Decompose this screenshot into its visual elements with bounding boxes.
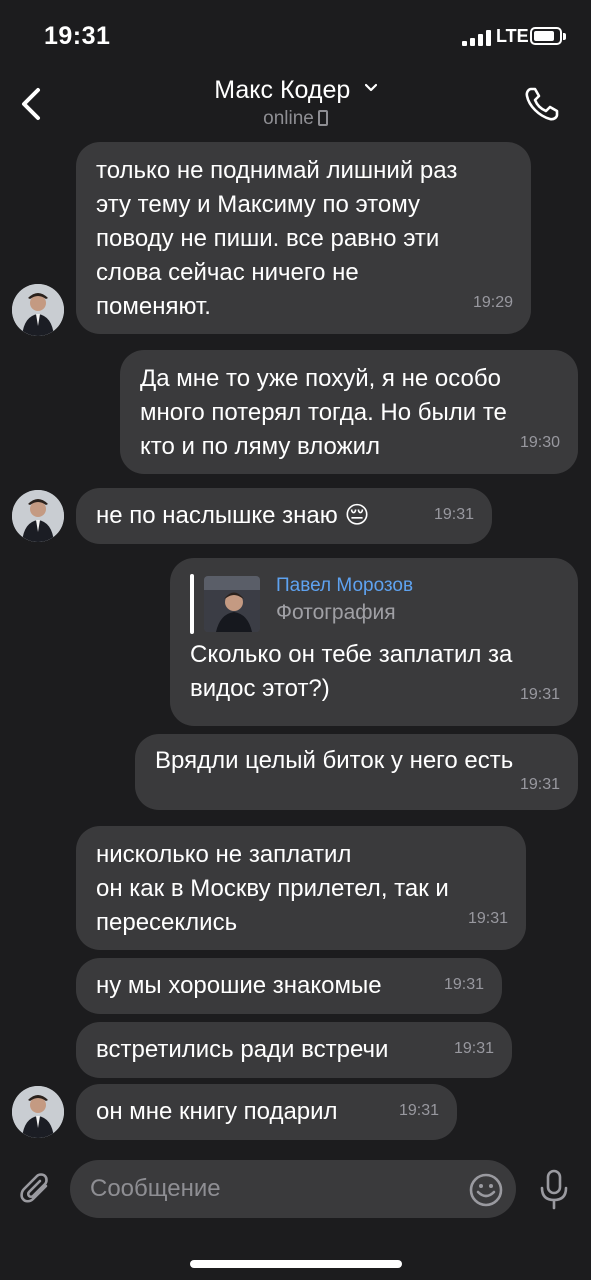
avatar[interactable] bbox=[12, 490, 64, 542]
presence-status: online bbox=[0, 108, 591, 130]
outgoing-message[interactable]: Врядли целый биток у него есть 19:31 bbox=[135, 734, 578, 810]
call-button[interactable] bbox=[522, 84, 562, 124]
battery-icon bbox=[530, 27, 566, 45]
status-time: 19:31 bbox=[44, 22, 111, 50]
avatar[interactable] bbox=[12, 284, 64, 336]
outgoing-message[interactable]: Да мне то уже похуй, я не особо много по… bbox=[120, 350, 578, 474]
message-text: Да мне то уже похуй, я не особо много по… bbox=[140, 365, 507, 460]
message-text: он мне книгу подарил bbox=[96, 1098, 338, 1125]
message-list[interactable]: только не поднимай лишний раз эту тему и… bbox=[0, 138, 591, 1150]
composer bbox=[0, 1150, 591, 1280]
incoming-message[interactable]: он мне книгу подарил 19:31 bbox=[76, 1084, 457, 1140]
phone-icon bbox=[525, 87, 559, 121]
mobile-device-icon bbox=[317, 110, 328, 126]
message-text: не по наслышке знаю 😔 bbox=[96, 502, 370, 529]
incoming-message[interactable]: только не поднимай лишний раз эту тему и… bbox=[76, 142, 531, 334]
incoming-message[interactable]: не по наслышке знаю 😔 19:31 bbox=[76, 488, 492, 544]
presence-label: online bbox=[263, 108, 314, 129]
chat-header: Макс Кодер online bbox=[0, 70, 591, 138]
status-bar: 19:31 LTE bbox=[0, 0, 591, 70]
home-indicator[interactable] bbox=[190, 1260, 402, 1268]
message-text: ну мы хорошие знакомые bbox=[96, 972, 382, 999]
reply-media-type: Фотография bbox=[276, 601, 396, 624]
network-type: LTE bbox=[496, 26, 529, 46]
voice-message-button[interactable] bbox=[534, 1168, 574, 1212]
contact-name[interactable]: Макс Кодер bbox=[214, 76, 350, 104]
paperclip-icon bbox=[20, 1173, 48, 1203]
message-input[interactable] bbox=[70, 1160, 516, 1218]
message-time: 19:31 bbox=[398, 1102, 439, 1119]
message-text: только не поднимай лишний раз эту тему и… bbox=[96, 157, 458, 320]
message-time: 19:29 bbox=[472, 294, 513, 311]
message-time: 19:31 bbox=[453, 1040, 494, 1057]
message-text: нисколько не заплатил он как в Москву пр… bbox=[96, 841, 449, 936]
emoji-icon bbox=[469, 1173, 503, 1207]
message-text: Сколько он тебе заплатил за видос этот?) bbox=[190, 641, 513, 702]
signal-strength-icon bbox=[462, 30, 492, 46]
attach-button[interactable] bbox=[16, 1170, 56, 1210]
reply-author: Павел Морозов bbox=[276, 575, 414, 596]
message-time: 19:30 bbox=[519, 434, 560, 451]
message-time: 19:31 bbox=[467, 910, 508, 927]
incoming-message[interactable]: нисколько не заплатил он как в Москву пр… bbox=[76, 826, 526, 950]
emoji-button[interactable] bbox=[468, 1172, 504, 1208]
microphone-icon bbox=[540, 1169, 568, 1210]
message-time: 19:31 bbox=[519, 686, 560, 703]
message-text: Врядли целый биток у него есть bbox=[155, 747, 514, 774]
message-time: 19:31 bbox=[519, 776, 560, 793]
message-time: 19:31 bbox=[443, 976, 484, 993]
reply-preview[interactable]: Павел Морозов Фотография bbox=[190, 574, 558, 634]
reply-bar bbox=[190, 574, 194, 634]
reply-photo-thumbnail bbox=[204, 576, 260, 632]
incoming-message[interactable]: ну мы хорошие знакомые 19:31 bbox=[76, 958, 502, 1014]
avatar[interactable] bbox=[12, 1086, 64, 1138]
chat-title[interactable]: Макс Кодер online bbox=[0, 76, 591, 130]
outgoing-message[interactable]: Павел Морозов Фотография Сколько он тебе… bbox=[170, 558, 578, 726]
incoming-message[interactable]: встретились ради встречи 19:31 bbox=[76, 1022, 512, 1078]
chevron-down-icon[interactable] bbox=[364, 82, 377, 94]
message-text: встретились ради встречи bbox=[96, 1036, 389, 1063]
message-time: 19:31 bbox=[433, 506, 474, 523]
